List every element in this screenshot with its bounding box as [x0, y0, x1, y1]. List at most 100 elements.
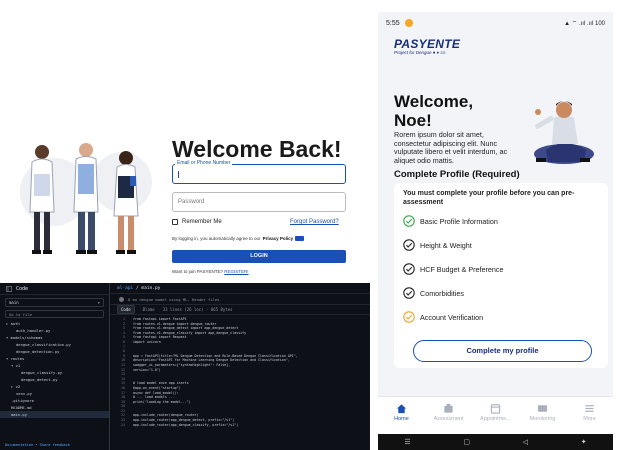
welcome-user-name: Noe! — [394, 111, 432, 130]
code-line: 24 app.include_router(app_dengue_classify… — [111, 423, 370, 428]
privacy-notice: By logging in, you automatically agree t… — [172, 236, 305, 241]
calendar-icon — [490, 404, 501, 414]
email-field[interactable] — [172, 164, 346, 184]
accessibility-icon[interactable]: ✦ — [581, 438, 587, 446]
branch-name: main — [9, 300, 19, 305]
file-tree-item[interactable]: ▸ auth — [0, 320, 109, 327]
nav-item-label: More — [583, 416, 596, 422]
code-line-text: version="1.0") — [133, 367, 161, 372]
line-number[interactable]: 24 — [111, 423, 133, 428]
status-icons: ▲ ⌔ .ııl .ııl 100 — [564, 21, 605, 27]
code-viewer: Code main ▾ Go to file ▸ auth auth_handle… — [0, 283, 370, 450]
profile-step[interactable]: Height & Weight — [403, 239, 472, 251]
profile-step[interactable]: Comorbidities — [403, 287, 464, 299]
screenshot-collage: Welcome Back! Email or Phone Number Pass… — [0, 0, 619, 450]
complete-profile-button[interactable]: Complete my profile — [413, 340, 592, 362]
sidebar-toggle-icon[interactable] — [6, 285, 12, 292]
check-circle-icon — [403, 311, 415, 323]
nav-item-label: Assessment — [433, 416, 464, 422]
login-screen: Welcome Back! Email or Phone Number Pass… — [0, 0, 370, 280]
tab-code[interactable]: Code — [117, 305, 135, 314]
welcome-description: Rorem ipsum dolor sit amet, consectetur … — [394, 130, 508, 165]
file-content-pane: ml-api / main.py 8 mo dengue model using… — [111, 283, 370, 450]
profile-step[interactable]: HCF Budget & Preference — [403, 263, 504, 275]
file-tree-sidebar: Code main ▾ Go to file ▸ auth auth_handle… — [0, 283, 110, 450]
brand-logo: PASYENTE — [394, 37, 461, 51]
brand-tagline: Project for Dengue ● ♦ ≡≡ — [394, 50, 446, 55]
code-line-text: print("loading the model...") — [133, 399, 191, 404]
check-circle-icon — [403, 215, 415, 227]
login-button[interactable]: LOGIN — [172, 250, 346, 263]
profile-step-label: Account Verification — [420, 312, 484, 322]
chevron-down-icon: ▾ — [97, 300, 100, 305]
home-circle-icon[interactable]: ▢ — [463, 438, 470, 446]
file-tree-item[interactable]: ▸ v2 — [0, 383, 109, 390]
breadcrumb-file: / main.py — [135, 286, 161, 291]
profile-step-label: Comorbidities — [420, 288, 464, 298]
welcome-line-1: Welcome, — [394, 92, 474, 111]
nav-item-home[interactable]: Home — [379, 397, 424, 434]
check-circle-icon — [403, 239, 415, 251]
remember-me-checkbox[interactable] — [172, 219, 178, 225]
nav-item-appointme[interactable]: Appointme... — [473, 397, 518, 434]
commit-message[interactable]: 8 mo dengue model using ML, Render files — [128, 297, 219, 302]
medical-team-illustration — [20, 143, 152, 254]
profile-step-label: Height & Weight — [420, 240, 472, 250]
privacy-policy-link[interactable]: Privacy Policy — [263, 236, 294, 241]
remember-me-label: Remember Me — [182, 219, 222, 225]
complete-profile-title: Complete Profile (Required) — [394, 169, 520, 180]
tab-blame[interactable]: Blame — [140, 306, 158, 313]
file-tree: ▸ auth auth_handler.py ▾ models/schemas den… — [0, 320, 109, 418]
profile-step[interactable]: Account Verification — [403, 311, 483, 323]
login-title: Welcome Back! — [172, 136, 342, 162]
nav-item-assessment[interactable]: Assessment — [426, 397, 471, 434]
forgot-password-link[interactable]: Forgot Password? — [290, 219, 339, 225]
recent-apps-icon[interactable]: ☰ — [404, 438, 410, 446]
file-tree-item[interactable]: venv.py — [0, 390, 109, 397]
back-icon[interactable]: ◁ — [523, 438, 528, 446]
breadcrumb-repo-link[interactable]: ml-api — [117, 286, 133, 291]
email-field-label: Email or Phone Number — [175, 160, 233, 166]
file-tree-item[interactable]: dengue_classification.py — [0, 341, 109, 348]
file-tree-item[interactable]: auth_handler.py — [0, 327, 109, 334]
check-circle-icon — [403, 263, 415, 275]
sidebar-header: Code — [0, 283, 109, 295]
branch-selector[interactable]: main ▾ — [5, 298, 104, 307]
profile-step[interactable]: Basic Profile Information — [403, 215, 498, 227]
latest-commit: 8 mo dengue model using ML, Render files — [111, 294, 370, 305]
sidebar-footer-links[interactable]: Documentation • Share feedback — [5, 443, 70, 447]
file-tree-item[interactable]: .gitignore — [0, 397, 109, 404]
code-line-text: app.include_router(app_dengue_classify, … — [133, 422, 239, 427]
avatar — [119, 296, 124, 302]
assessment-icon — [444, 403, 453, 413]
remember-me[interactable]: Remember Me — [172, 219, 222, 225]
check-circle-icon — [403, 287, 415, 299]
status-time: 5:55 — [386, 19, 400, 27]
sitting-person-illustration — [534, 101, 594, 164]
profile-step-label: Basic Profile Information — [420, 216, 498, 226]
welcome-heading: Welcome, Noe! — [394, 92, 473, 130]
file-tree-item[interactable]: main.py — [0, 411, 109, 418]
file-tree-item[interactable]: dengue_detect.py — [0, 376, 109, 383]
file-tree-item[interactable]: ▾ v1 — [0, 362, 109, 369]
file-tree-item[interactable]: dengue_detection.py — [0, 348, 109, 355]
nav-item-more[interactable]: More — [567, 397, 612, 434]
profile-step-label: HCF Budget & Preference — [420, 264, 504, 274]
text-caret — [178, 171, 179, 178]
nav-item-monitoring[interactable]: Monitoring — [520, 397, 565, 434]
go-to-file-input[interactable]: Go to file — [5, 310, 104, 318]
nav-item-label: Home — [394, 416, 409, 422]
privacy-toggle[interactable] — [295, 236, 305, 241]
monitoring-icon — [537, 405, 548, 412]
status-bar: 5:55 ▲ ⌔ .ııl .ııl 100 — [378, 12, 613, 34]
register-link[interactable]: REGISTER! — [224, 269, 248, 274]
password-field[interactable]: Password — [172, 192, 346, 212]
breadcrumb: ml-api / main.py — [111, 283, 370, 294]
bottom-navigation: Home Assessment Appointme... Monitoring More — [378, 396, 613, 434]
menu-icon — [585, 405, 594, 412]
file-tree-item[interactable]: README.md — [0, 404, 109, 411]
file-tree-item[interactable]: dengue_classify.py — [0, 369, 109, 376]
file-view-tabs: Code Blame 33 lines (26 loc) · 865 Bytes — [111, 305, 370, 315]
file-tree-item[interactable]: ▾ models/schemas — [0, 334, 109, 341]
file-tree-item[interactable]: ▾ routes — [0, 355, 109, 362]
